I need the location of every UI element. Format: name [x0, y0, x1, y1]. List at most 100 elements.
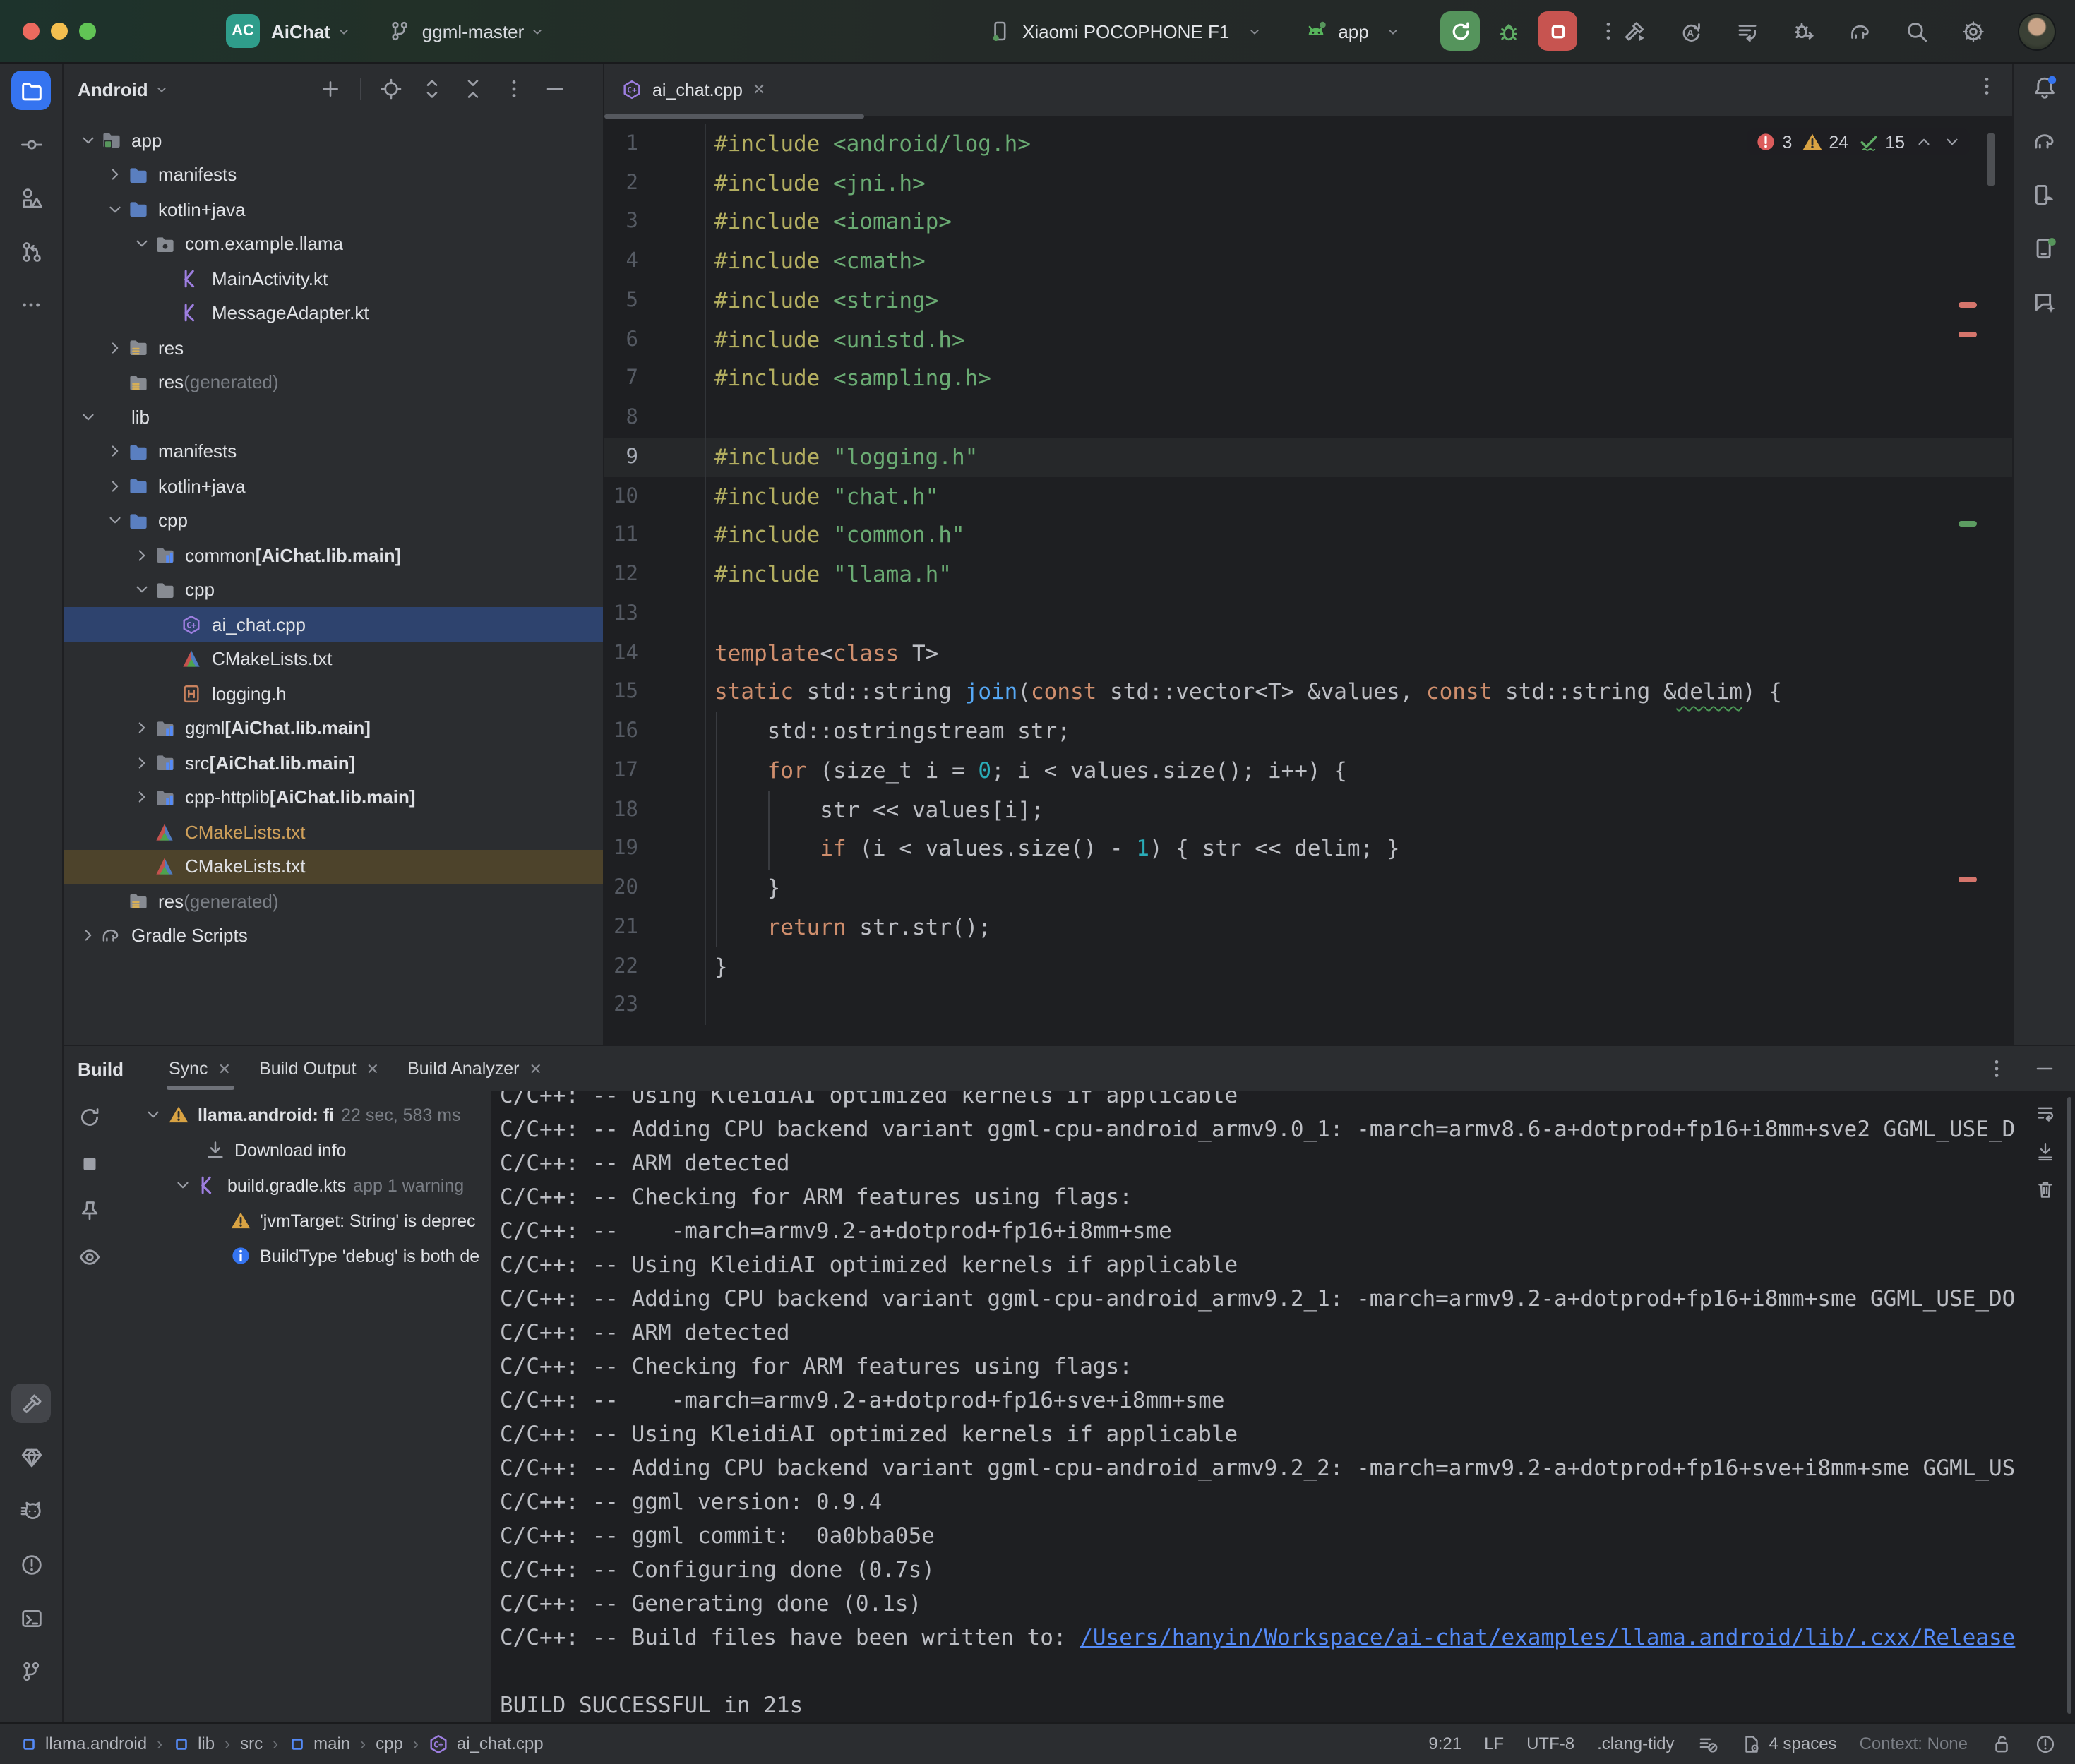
build-run-button[interactable]: [1622, 19, 1646, 43]
pull-requests-tool-button[interactable]: [11, 232, 51, 271]
tree-item-cpp[interactable]: cpp: [64, 572, 603, 607]
problems-tool-button[interactable]: [11, 1544, 51, 1584]
tree-item-res[interactable]: res: [64, 330, 603, 365]
caret-position[interactable]: 9:21: [1428, 1734, 1461, 1754]
error-stripe-mark[interactable]: [1959, 332, 1977, 337]
code-line-13[interactable]: 13: [604, 594, 2012, 634]
code-line-20[interactable]: 20 }: [604, 869, 2012, 908]
gradle-tool-button[interactable]: [2025, 121, 2064, 161]
code-line-6[interactable]: 6#include <unistd.h>: [604, 320, 2012, 360]
rerun-button[interactable]: [1441, 11, 1481, 51]
close-tab-button[interactable]: ✕: [753, 80, 765, 99]
code-line-2[interactable]: 2#include <jni.h>: [604, 164, 2012, 203]
tree-item-common[interactable]: common [AiChat.lib.main]: [64, 538, 603, 572]
terminal-tool-button[interactable]: [11, 1598, 51, 1638]
commit-tool-button[interactable]: [11, 124, 51, 164]
device-manager-tool-button[interactable]: [2025, 175, 2064, 215]
tree-item-res[interactable]: res (generated): [64, 884, 603, 918]
breadcrumb-item-lib[interactable]: lib: [172, 1734, 215, 1754]
tree-item-cpp[interactable]: cpp: [64, 503, 603, 538]
settings-button[interactable]: [1961, 19, 1985, 43]
gradle-sync-button[interactable]: [1848, 19, 1872, 43]
branch-selector[interactable]: ggml-master: [422, 20, 525, 42]
locate-file-button[interactable]: [380, 78, 402, 100]
close-tab-button[interactable]: ✕: [530, 1060, 542, 1078]
tree-item-src[interactable]: src [AiChat.lib.main]: [64, 745, 603, 780]
resource-manager-tool-button[interactable]: [11, 178, 51, 217]
close-tab-button[interactable]: ✕: [366, 1060, 379, 1078]
tree-item-kotlin-java[interactable]: kotlin+java: [64, 192, 603, 227]
breadcrumb-item-cpp[interactable]: cpp: [376, 1734, 403, 1754]
tree-item-ggml[interactable]: ggml [AiChat.lib.main]: [64, 711, 603, 745]
breadcrumb-item-src[interactable]: src: [240, 1734, 263, 1754]
stop-sync-button[interactable]: [77, 1152, 101, 1176]
code-line-18[interactable]: 18 str << values[i];: [604, 791, 2012, 830]
change-stripe-mark[interactable]: [1959, 521, 1977, 526]
error-stripe-mark[interactable]: [1959, 302, 1977, 307]
debug-button[interactable]: [1497, 19, 1521, 43]
build-tab-build-analyzer[interactable]: Build Analyzer✕: [393, 1046, 556, 1091]
inspections-widget[interactable]: 3 24 15: [1747, 128, 1970, 155]
tree-item-gradle-scripts[interactable]: Gradle Scripts: [64, 918, 603, 953]
view-options-button[interactable]: [77, 1245, 101, 1269]
project-selector[interactable]: AiChat: [271, 20, 330, 42]
file-encoding[interactable]: UTF-8: [1526, 1734, 1574, 1754]
build-tool-button[interactable]: [11, 1384, 51, 1423]
tree-item-logging-h[interactable]: logging.h: [64, 676, 603, 711]
more-tools-button[interactable]: [11, 285, 51, 325]
lock-open-icon[interactable]: [1990, 1734, 2011, 1755]
editor-scrollbar[interactable]: [1987, 133, 1995, 186]
hide-panel-button[interactable]: [544, 78, 566, 100]
highlighting-level-icon[interactable]: [2034, 1734, 2055, 1755]
expand-all-button[interactable]: [421, 78, 443, 100]
logcat-tool-button[interactable]: [11, 1491, 51, 1530]
tree-item-lib[interactable]: lib: [64, 400, 603, 434]
code-line-11[interactable]: 11#include "common.h": [604, 516, 2012, 556]
apply-changes-button[interactable]: A: [1678, 19, 1702, 43]
breadcrumb-item-ai-chat-cpp[interactable]: C+ai_chat.cpp: [429, 1734, 544, 1755]
formatter-off-icon[interactable]: [1697, 1734, 1718, 1755]
gemini-tool-button[interactable]: [2025, 282, 2064, 322]
code-line-5[interactable]: 5#include <string>: [604, 281, 2012, 320]
build-output-path-link[interactable]: /Users/hanyin/Workspace/ai-chat/examples…: [1080, 1625, 2015, 1650]
version-control-tool-button[interactable]: [11, 1652, 51, 1691]
run-more-options-button[interactable]: [1598, 20, 1620, 42]
search-everywhere-button[interactable]: [1904, 19, 1928, 43]
tree-item-messageadapter-kt[interactable]: MessageAdapter.kt: [64, 296, 603, 330]
line-separator[interactable]: LF: [1484, 1734, 1504, 1754]
tree-item-cpp-httplib[interactable]: cpp-httplib [AiChat.lib.main]: [64, 780, 603, 815]
tree-item-res[interactable]: res (generated): [64, 365, 603, 400]
code-line-9[interactable]: 9#include "logging.h": [604, 438, 2012, 477]
prev-problem-button[interactable]: [1915, 133, 1933, 151]
minimize-window-button[interactable]: [51, 23, 68, 40]
code-area[interactable]: 1#include <android/log.h>2#include <jni.…: [604, 116, 2012, 1045]
close-tab-button[interactable]: ✕: [218, 1060, 231, 1078]
code-line-3[interactable]: 3#include <iomanip>: [604, 203, 2012, 242]
hide-build-panel-button[interactable]: [2033, 1057, 2055, 1080]
build-tree-item[interactable]: BuildType 'debug' is both de: [114, 1238, 491, 1273]
code-line-14[interactable]: 14template<class T>: [604, 634, 2012, 673]
app-quality-insights-tool-button[interactable]: [11, 1437, 51, 1477]
project-tool-button[interactable]: [11, 71, 51, 110]
console-scrollbar[interactable]: [2067, 1097, 2071, 1714]
build-tree-item[interactable]: llama.android: fi22 sec, 583 ms: [114, 1097, 491, 1132]
code-line-19[interactable]: 19 if (i < values.size() - 1) { str << d…: [604, 829, 2012, 869]
build-tab-build-output[interactable]: Build Output✕: [245, 1046, 393, 1091]
code-line-23[interactable]: 23: [604, 986, 2012, 1026]
attach-debugger-button[interactable]: [1791, 19, 1815, 43]
indent-setting[interactable]: 4 spaces: [1741, 1734, 1837, 1755]
next-problem-button[interactable]: [1943, 133, 1961, 151]
tree-item-cmakelists-txt[interactable]: CMakeLists.txt: [64, 815, 603, 849]
build-tree-item[interactable]: 'jvmTarget: String' is deprec: [114, 1203, 491, 1238]
code-line-21[interactable]: 21 return str.str();: [604, 908, 2012, 947]
maximize-window-button[interactable]: [79, 23, 96, 40]
pin-tab-button[interactable]: [77, 1199, 101, 1223]
tree-item-manifests[interactable]: manifests: [64, 157, 603, 192]
build-options-button[interactable]: [1985, 1057, 2007, 1080]
clear-console-button[interactable]: [2034, 1179, 2055, 1200]
code-line-10[interactable]: 10#include "chat.h": [604, 477, 2012, 517]
tree-item-cmakelists-txt[interactable]: CMakeLists.txt: [64, 642, 603, 676]
stop-button[interactable]: [1538, 11, 1578, 51]
tree-item-app[interactable]: app: [64, 123, 603, 157]
notifications-button[interactable]: [2025, 68, 2064, 107]
